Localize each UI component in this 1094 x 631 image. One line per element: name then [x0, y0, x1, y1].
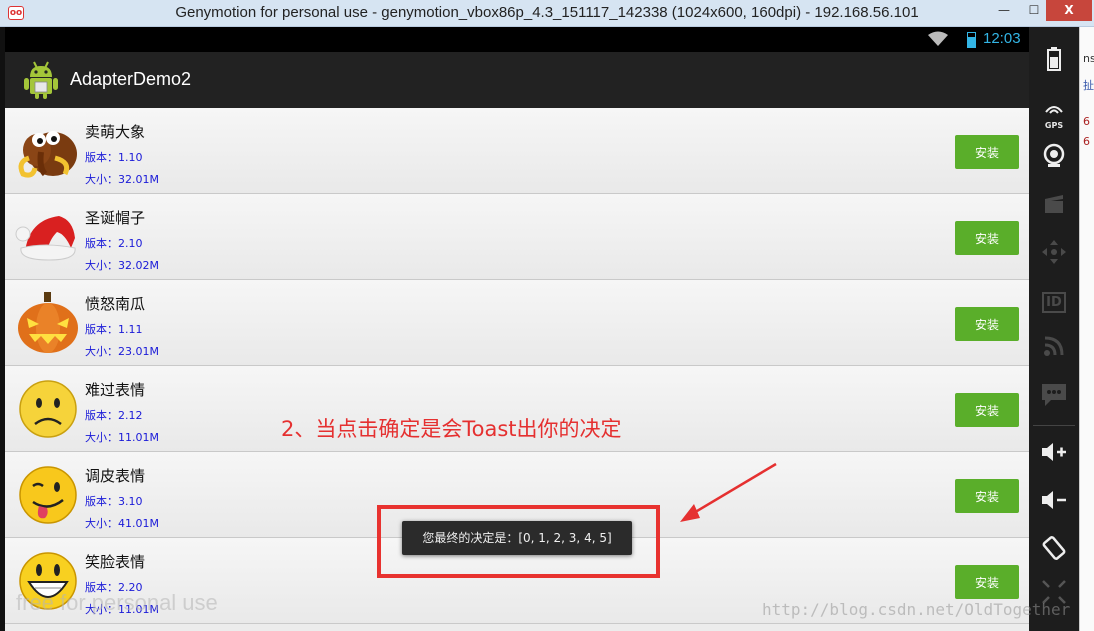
list-item[interactable]: 卖萌大象 版本：1.10 大小：32.01M 安装 [5, 108, 1029, 194]
mammoth-icon [18, 131, 77, 178]
device-id-label: ID [1042, 292, 1066, 313]
item-name: 圣诞帽子 [85, 209, 146, 227]
gps-label: GPS [1044, 121, 1064, 130]
pumpkin-icon [18, 292, 78, 353]
item-version: 版本：1.10 [85, 151, 143, 164]
watermark-right: http://blog.csdn.net/OldTogether [762, 600, 1071, 619]
background-text: 6 [1083, 115, 1090, 128]
battery-icon[interactable] [1029, 47, 1079, 76]
android-status-bar: 12:03 [5, 27, 1029, 52]
device-id-icon[interactable]: ID [1029, 287, 1079, 313]
item-name: 愤怒南瓜 [85, 295, 146, 313]
background-text: 6 [1083, 135, 1090, 148]
item-version: 版本：2.10 [85, 237, 143, 250]
item-name: 难过表情 [85, 381, 146, 399]
install-button[interactable]: 安装 [955, 135, 1019, 169]
action-bar: AdapterDemo2 [5, 52, 1029, 108]
sidebar-divider [1033, 425, 1075, 426]
gps-icon[interactable]: GPS [1029, 97, 1079, 130]
item-version: 版本：3.10 [85, 495, 143, 508]
install-button[interactable]: 安装 [955, 565, 1019, 599]
android-icon [24, 61, 58, 99]
volume-up-icon[interactable] [1029, 441, 1079, 468]
minimize-button[interactable]: — [990, 0, 1018, 21]
dpad-icon[interactable] [1029, 239, 1079, 270]
battery-icon [967, 32, 976, 48]
window-title-bar: oo Genymotion for personal use - genymot… [0, 0, 1094, 27]
item-name: 笑脸表情 [85, 553, 146, 571]
annotation-arrow-icon [680, 462, 777, 522]
volume-down-icon[interactable] [1029, 489, 1079, 516]
toast-message: 您最终的决定是：[0, 1, 2, 3, 4, 5] [402, 521, 632, 555]
item-version: 版本：1.11 [85, 323, 143, 336]
background-text: 扯 [1083, 79, 1094, 92]
genymotion-sidebar: GPS ID [1029, 27, 1079, 631]
watermark-left: free for personal use [16, 590, 218, 615]
annotation-text: 2、当点击确定是会Toast出你的决定 [281, 417, 622, 441]
app-title: AdapterDemo2 [70, 69, 192, 89]
santa-hat-icon [15, 216, 76, 261]
rotate-icon[interactable] [1029, 535, 1079, 566]
window-title: Genymotion for personal use - genymotion… [175, 4, 919, 21]
install-button[interactable]: 安装 [955, 393, 1019, 427]
sms-icon[interactable] [1029, 383, 1079, 412]
sad-face-icon [19, 380, 77, 438]
item-size: 大小：32.01M [85, 173, 159, 186]
background-text: ns [1083, 52, 1094, 65]
status-time: 12:03 [983, 30, 1021, 47]
tongue-face-icon [19, 466, 77, 524]
item-size: 大小：23.01M [85, 345, 159, 358]
list-item[interactable]: 圣诞帽子 版本：2.10 大小：32.02M 安装 [5, 194, 1029, 280]
item-size: 大小：11.01M [85, 431, 159, 444]
item-version: 版本：2.12 [85, 409, 143, 422]
wifi-icon [927, 31, 949, 51]
item-name: 卖萌大象 [85, 123, 146, 141]
install-button[interactable]: 安装 [955, 307, 1019, 341]
rss-icon[interactable] [1029, 335, 1079, 362]
item-size: 大小：41.01M [85, 517, 159, 530]
list-item[interactable]: 愤怒南瓜 版本：1.11 大小：23.01M 安装 [5, 280, 1029, 366]
item-name: 调皮表情 [85, 467, 146, 485]
video-capture-icon[interactable] [1029, 193, 1079, 220]
install-button[interactable]: 安装 [955, 221, 1019, 255]
install-button[interactable]: 安装 [955, 479, 1019, 513]
maximize-button[interactable]: ☐ [1020, 0, 1048, 21]
close-button[interactable]: X [1046, 0, 1092, 21]
item-size: 大小：32.02M [85, 259, 159, 272]
background-window: ns 扯 6 6 [1079, 27, 1094, 631]
camera-icon[interactable] [1029, 143, 1079, 174]
